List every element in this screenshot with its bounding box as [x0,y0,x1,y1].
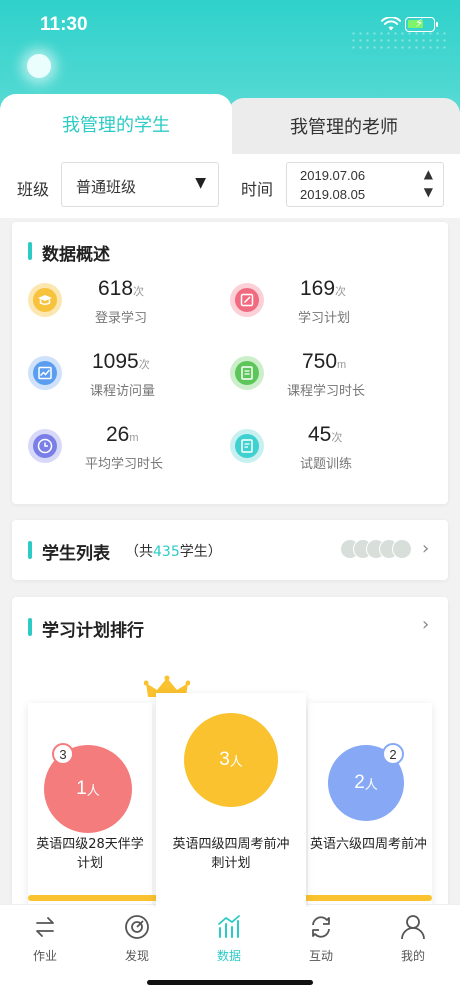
stat-label: 学习计划 [298,311,351,326]
student-count: （共435学生） [125,544,222,560]
home-indicator [147,980,313,985]
user-icon [401,915,425,940]
section-accent-bar [28,618,32,636]
avatar [392,539,412,559]
date-end: 2019.08.05 [300,187,366,202]
nav-label: 发现 [124,949,149,963]
wifi-icon [381,17,401,31]
rank-card-2[interactable]: 2人 2 英语六级四周考前冲... [308,703,432,907]
stat-quiz-training: 45次 试题训练 [230,423,430,483]
stat-unit: 次 [335,286,347,298]
stat-value: 45次 [308,423,343,446]
rank-badge: 3 [52,743,74,765]
bar-chart-icon [218,915,240,938]
stat-label: 课程学习时长 [287,384,366,399]
stat-study-plan: 169次 学习计划 [230,277,430,337]
time-label: 时间 [241,180,274,199]
filter-bar: 班级 普通班级 ▼ 时间 2019.07.06 2019.08.05 ▲ ▼ [0,154,460,218]
chevron-right-icon[interactable]: › [422,614,429,635]
tab-students[interactable]: 我管理的学生 [0,94,232,154]
battery-icon: ⚡ [405,16,438,32]
rank-count-circle: 3人 [184,713,278,807]
stat-unit: 次 [138,359,150,371]
nav-label: 数据 [216,949,241,963]
class-select[interactable]: 普通班级 ▼ [61,162,219,207]
avatar-stack [340,539,430,561]
stat-unit: 次 [133,286,145,298]
document-icon [230,429,264,463]
tab-teachers[interactable]: 我管理的老师 [228,98,460,154]
study-plan-ranking-card: 学习计划排行 › 1人 3 英语四级28天伴学计划 3人 英语四级四周考前冲刺计… [12,597,448,907]
dropdown-arrow-icon: ▼ [195,175,206,191]
date-up-arrow-icon[interactable]: ▲ [424,167,433,181]
nav-homework[interactable]: 作业 [10,913,80,964]
chart-icon [28,356,62,390]
nav-discover[interactable]: 发现 [102,913,172,964]
stat-avg-duration: 26m 平均学习时长 [28,423,228,483]
student-list-card[interactable]: 学生列表 （共435学生） › [12,520,448,580]
graduation-cap-icon [28,283,62,317]
compass-icon [125,915,149,939]
stat-unit: 次 [331,432,343,444]
stat-unit: m [129,432,139,444]
nav-label: 我的 [400,949,425,963]
plan-name: 英语四级四周考前冲刺计划 [172,837,290,871]
header-moon-decoration [27,54,51,78]
student-count-number: 435 [153,544,180,560]
class-label: 班级 [17,180,50,199]
nav-label: 互动 [308,949,333,963]
rank-badge: 2 [382,743,404,765]
date-down-arrow-icon[interactable]: ▼ [424,185,433,199]
stat-value: 169次 [300,277,347,300]
stat-course-visits: 1095次 课程访问量 [28,350,228,410]
data-overview-card: 数据概述 618次 登录学习 169次 学习计划 1095次 课程访问量 750… [12,222,448,504]
date-start: 2019.07.06 [300,168,366,183]
edit-icon [230,283,264,317]
stat-value: 1095次 [92,350,150,373]
chevron-right-icon[interactable]: › [422,538,429,559]
stat-login: 618次 登录学习 [28,277,228,337]
plan-name: 英语六级四周考前冲... [310,837,426,852]
rank-card-1[interactable]: 3人 英语四级四周考前冲刺计划 [156,693,306,907]
section-accent-bar [28,541,32,559]
tab-bar: 我管理的学生 我管理的老师 [0,94,460,154]
swap-arrows-icon [36,917,54,937]
status-time: 11:30 [40,14,88,35]
nav-label: 作业 [32,949,57,963]
stat-value: 618次 [98,277,145,300]
refresh-icon [312,916,330,938]
class-select-value: 普通班级 [76,178,137,196]
overview-title: 数据概述 [42,245,110,265]
rank-card-3[interactable]: 1人 3 英语四级28天伴学计划 [28,703,152,907]
nav-data[interactable]: 数据 [194,913,264,964]
date-range-picker[interactable]: 2019.07.06 2019.08.05 ▲ ▼ [286,162,444,207]
section-accent-bar [28,242,32,260]
student-list-title: 学生列表 [42,544,110,564]
stat-course-duration: 750m 课程学习时长 [230,350,430,410]
stat-label: 登录学习 [95,311,148,326]
nav-mine[interactable]: 我的 [378,913,448,964]
ranking-title: 学习计划排行 [42,621,144,641]
plan-name: 英语四级28天伴学计划 [36,837,144,871]
clock-icon [28,429,62,463]
stat-label: 试题训练 [300,457,353,472]
stat-label: 课程访问量 [90,384,156,399]
stat-value: 750m [302,350,347,373]
stat-label: 平均学习时长 [85,457,164,472]
book-icon [230,356,264,390]
status-bar: 11:30 ⚡ [0,0,460,50]
nav-interact[interactable]: 互动 [286,913,356,964]
stat-unit: m [337,359,347,371]
stat-value: 26m [106,423,139,446]
